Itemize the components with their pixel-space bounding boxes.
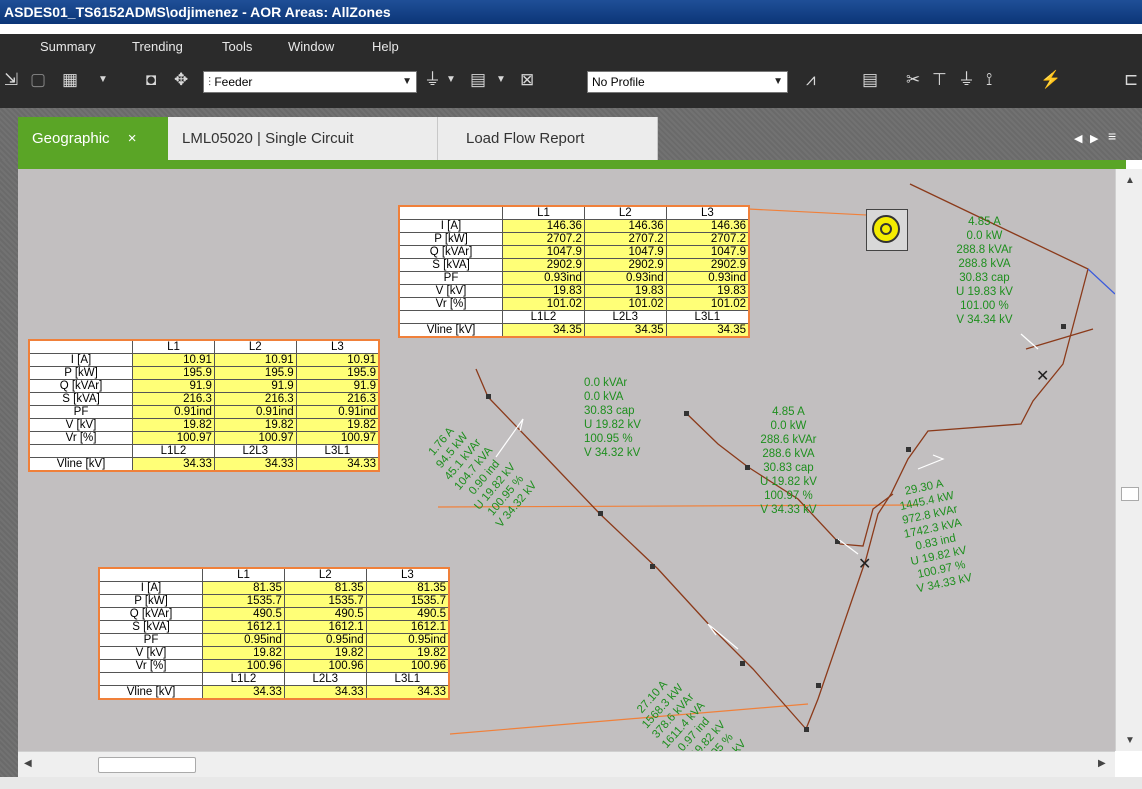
feeder-combo[interactable]: ⫶ Feeder ▼ [203,71,417,93]
tab-single-circuit[interactable]: LML05020 | Single Circuit [168,117,438,160]
annotation-top-right: 4.85 A 0.0 kW 288.8 kVAr 288.8 kVA 30.83 cap… [956,216,1013,326]
tab-load-flow-report[interactable]: Load Flow Report [438,117,658,160]
load-flow-table-top: L1 L2 L3 I [A] 146.36 146.36 146.36 P [kW] 270… [398,205,750,338]
tab-load-flow-report-label: Load Flow Report [466,130,585,147]
clear-filter-icon[interactable]: ⊠ [520,70,534,90]
scroll-right-icon[interactable]: ▶ [1098,758,1106,769]
tab-single-circuit-label: LML05020 | Single Circuit [182,130,354,147]
annotation-mid: 0.0 kVAr 0.0 kVA 30.83 cap U 19.82 kV 100.95… [584,377,641,459]
toolbar: ⇲ ▢ ▦ ▼ ◘ ✥ ⫶ Feeder ▼ ⏚ ▼ ▤ ▼ ⊠ No Prof… [0,60,1142,108]
svg-text:✕: ✕ [858,556,871,573]
ground-icon[interactable]: ⏚ [424,70,441,90]
chevron-down-icon: ▼ [773,76,783,87]
grid-pattern-icon[interactable]: ▦ [62,70,78,90]
geographic-map-canvas[interactable]: ✕ ✕ L1 L2 L3 I [A] 146.36 146.36 146.36 P [kW… [18,169,1115,751]
status-strip [0,777,1142,789]
tab-scroll-right-icon[interactable]: ▶ [1090,132,1098,145]
scroll-up-icon[interactable]: ▲ [1125,175,1135,186]
menu-tools[interactable]: Tools [222,39,252,54]
chevron-down-icon[interactable]: ▼ [98,70,108,90]
annotation-mid-right: 4.85 A 0.0 kW 288.6 kVAr 288.6 kVA 30.83 cap… [760,406,817,516]
chevron-down-icon: ▼ [402,76,412,87]
scroll-down-icon[interactable]: ▼ [1125,735,1135,746]
substation-icon[interactable] [866,209,908,251]
cut-icon[interactable]: ✂ [906,70,920,90]
menu-help[interactable]: Help [372,39,399,54]
chevron-down-icon[interactable]: ▼ [496,70,506,90]
tab-strip: Geographic × LML05020 | Single Circuit L… [0,108,1142,160]
profile-combo[interactable]: No Profile ▼ [587,71,788,93]
tab-geographic-label: Geographic [32,130,110,147]
menu-bar: Summary Trending Tools Window Help [0,34,1142,60]
vertical-scrollbar[interactable]: ▲ ▼ [1115,169,1142,751]
tab-scroll-left-icon[interactable]: ◀ [1074,132,1082,145]
vertical-scroll-thumb[interactable] [1121,487,1139,501]
switch-icon[interactable]: ⟟ [986,70,992,90]
connector-icon[interactable]: ⊏ [1124,70,1138,90]
report-icon[interactable]: ▤ [862,70,878,90]
scroll-left-icon[interactable]: ◀ [24,758,32,769]
tee-icon[interactable]: ⊤ [932,70,947,90]
svg-text:✕: ✕ [1036,368,1049,385]
tab-underline [18,160,1126,169]
tab-geographic[interactable]: Geographic × [18,117,168,160]
feeder-combo-value: Feeder [214,75,253,89]
menu-summary[interactable]: Summary [40,39,96,54]
hatch-icon[interactable]: ⩘ [806,70,816,90]
horizontal-scrollbar[interactable]: ◀ ▶ [18,751,1115,778]
deselect-icon[interactable]: ▢ [30,70,46,90]
ground-switch-icon[interactable]: ⏚ [958,70,975,90]
tab-list-icon[interactable]: ≡ [1108,128,1116,144]
lightning-icon[interactable]: ⚡ [1040,70,1061,90]
select-tool-icon[interactable]: ⇲ [4,70,18,90]
load-flow-table-bottom: L1 L2 L3 I [A] 81.35 81.35 81.35 P [kW] 1535.7… [98,567,450,700]
profile-combo-value: No Profile [592,75,645,89]
close-icon[interactable]: × [128,130,137,147]
chevron-down-icon[interactable]: ▼ [446,70,456,90]
layer-icon[interactable]: ▤ [470,70,486,90]
window-title: ASDES01_TS6152ADMS\odjimenez - AOR Areas… [0,0,1142,24]
horizontal-scroll-thumb[interactable] [98,757,196,773]
menu-trending[interactable]: Trending [132,39,183,54]
load-flow-table-left: L1 L2 L3 I [A] 10.91 10.91 10.91 P [kW] 195.9 1… [28,339,380,472]
pan-arrows-icon[interactable]: ✥ [174,70,188,90]
menu-window[interactable]: Window [288,39,334,54]
window-icon[interactable]: ◘ [146,70,156,90]
left-frame [0,108,18,789]
